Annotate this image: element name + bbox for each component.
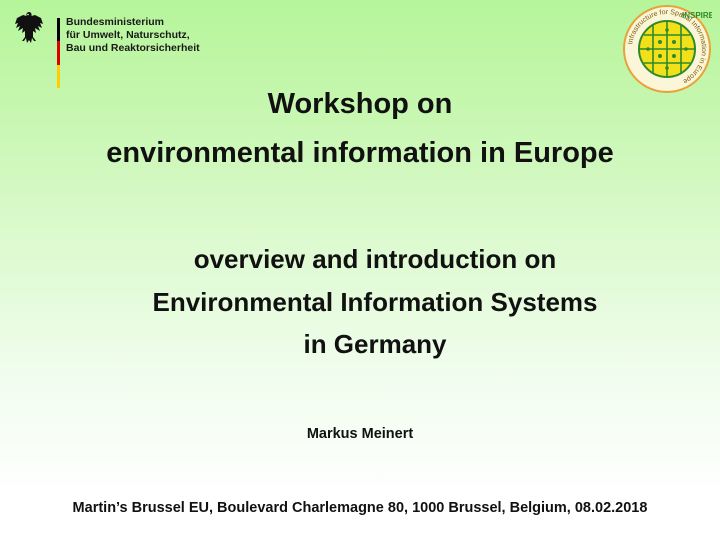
venue-line: Martin’s Brussel EU, Boulevard Charlemag…: [72, 500, 648, 516]
inspire-badge: INSPIRE: [682, 11, 712, 20]
german-flag-bar: [57, 18, 60, 88]
title-line-2: environmental information in Europe: [106, 137, 614, 169]
ministry-line: für Umwelt, Naturschutz,: [66, 29, 190, 41]
subtitle-line-1: overview and introduction on: [193, 244, 557, 274]
ministry-line: Bundesministerium: [66, 16, 165, 28]
inspire-logo: Infrastructure for Spatial Information i…: [622, 4, 715, 94]
subtitle-line-2: Environmental Information Systems: [152, 287, 598, 317]
author-name: Markus Meinert: [306, 426, 414, 442]
ministry-name: Bundesministerium für Umwelt, Naturschut…: [66, 16, 200, 55]
inspire-globe-icon: Infrastructure for Spatial Information i…: [623, 5, 715, 93]
federal-eagle-icon: [15, 12, 43, 43]
slide: Bundesministerium für Umwelt, Naturschut…: [0, 0, 720, 540]
subtitle-line-3: in Germany: [303, 329, 447, 359]
ministry-logo: Bundesministerium für Umwelt, Naturschut…: [14, 10, 214, 88]
ministry-line: Bau und Reaktorsicherheit: [66, 42, 200, 54]
title-line-1: Workshop on: [267, 88, 453, 120]
